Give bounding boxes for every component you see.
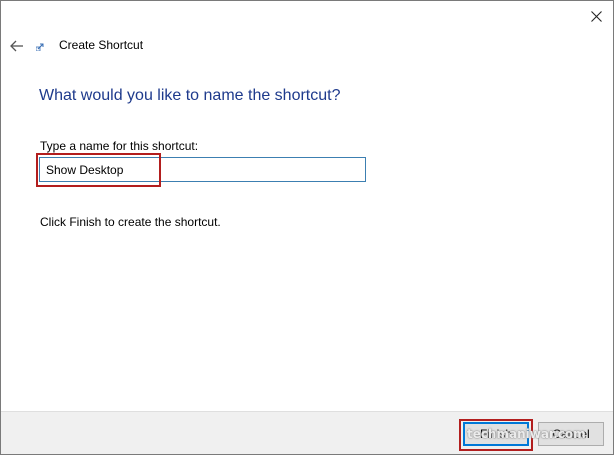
shortcut-app-icon bbox=[36, 43, 44, 51]
window-title: Create Shortcut bbox=[59, 38, 144, 52]
page-heading: What would you like to name the shortcut… bbox=[39, 87, 341, 104]
finish-button[interactable]: Finish bbox=[463, 422, 529, 446]
shortcut-name-input[interactable] bbox=[39, 157, 366, 182]
close-button[interactable] bbox=[579, 1, 613, 31]
button-bar: Finish Cancel bbox=[1, 411, 613, 454]
wizard-header: Create Shortcut bbox=[1, 34, 613, 58]
instruction-text: Click Finish to create the shortcut. bbox=[40, 215, 221, 229]
shortcut-name-label: Type a name for this shortcut: bbox=[40, 139, 199, 153]
create-shortcut-window: Create Shortcut What would you like to n… bbox=[0, 0, 614, 455]
back-arrow-icon[interactable] bbox=[9, 38, 25, 54]
cancel-button[interactable]: Cancel bbox=[538, 422, 604, 446]
close-icon bbox=[590, 10, 602, 22]
